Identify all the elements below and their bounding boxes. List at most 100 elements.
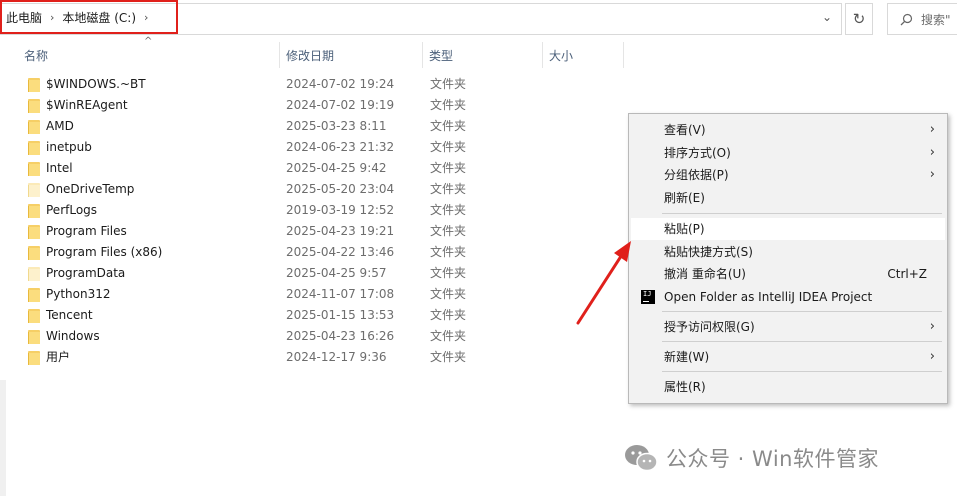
file-type: 文件夹 [430, 245, 467, 259]
menu-item-label: 刷新(E) [664, 191, 705, 205]
file-modified-date: 2024-06-23 21:32 [286, 140, 395, 154]
menu-item-label: 粘贴(P) [664, 222, 705, 236]
file-type: 文件夹 [430, 329, 467, 343]
file-modified-date: 2024-07-02 19:19 [286, 98, 395, 112]
menu-item-label: Open Folder as IntelliJ IDEA Project [664, 290, 873, 304]
file-modified-date: 2025-01-15 13:53 [286, 308, 395, 322]
column-size[interactable]: 大小 [543, 42, 623, 70]
folder-icon [28, 141, 40, 155]
folder-icon [28, 330, 40, 344]
watermark: 公众号 · Win软件管家 [624, 442, 879, 474]
menu-item-open-intellij[interactable]: IJ Open Folder as IntelliJ IDEA Project [631, 286, 945, 308]
table-row[interactable]: PerfLogs 2019-03-19 12:52 文件夹 [0, 200, 620, 221]
file-name: $WinREAgent [46, 98, 128, 112]
table-row[interactable]: $WINDOWS.~BT 2024-07-02 19:24 文件夹 [0, 74, 620, 95]
column-header: ^ 名称 修改日期 类型 大小 [0, 36, 640, 70]
file-modified-date: 2025-03-23 8:11 [286, 119, 387, 133]
file-modified-date: 2025-04-23 19:21 [286, 224, 395, 238]
folder-icon [28, 309, 40, 323]
table-row[interactable]: Python312 2024-11-07 17:08 文件夹 [0, 284, 620, 305]
column-divider[interactable] [623, 42, 624, 68]
menu-item-sort[interactable]: 排序方式(O) › [631, 142, 945, 164]
menu-separator [662, 341, 942, 342]
menu-separator [662, 311, 942, 312]
file-name: Tencent [46, 308, 93, 322]
file-type: 文件夹 [430, 308, 467, 322]
file-type: 文件夹 [430, 140, 467, 154]
menu-separator [662, 371, 942, 372]
breadcrumb-chevron-icon[interactable]: › [144, 11, 148, 24]
column-modified[interactable]: 修改日期 [280, 42, 422, 70]
file-name: Program Files [46, 224, 127, 238]
file-name: ProgramData [46, 266, 126, 280]
folder-icon [28, 78, 40, 92]
refresh-button[interactable]: ↻ [845, 3, 873, 35]
submenu-arrow-icon: › [929, 122, 935, 137]
menu-item-group[interactable]: 分组依据(P) › [631, 164, 945, 186]
breadcrumb-this-pc[interactable]: 此电脑 [6, 9, 42, 26]
menu-item-paste[interactable]: 粘贴(P) [631, 218, 945, 240]
file-name: 用户 [46, 350, 71, 364]
wechat-icon [625, 445, 658, 472]
menu-item-label: 分组依据(P) [664, 168, 729, 182]
menu-item-undo-rename[interactable]: 撤消 重命名(U) Ctrl+Z [631, 263, 945, 285]
table-row[interactable]: AMD 2025-03-23 8:11 文件夹 [0, 116, 620, 137]
menu-item-refresh[interactable]: 刷新(E) [631, 187, 945, 209]
menu-item-properties[interactable]: 属性(R) [631, 376, 945, 398]
table-row[interactable]: OneDriveTemp 2025-05-20 23:04 文件夹 [0, 179, 620, 200]
file-modified-date: 2024-11-07 17:08 [286, 287, 395, 301]
menu-item-paste-shortcut[interactable]: 粘贴快捷方式(S) [631, 241, 945, 263]
table-row[interactable]: Program Files 2025-04-23 19:21 文件夹 [0, 221, 620, 242]
file-modified-date: 2025-04-22 13:46 [286, 245, 395, 259]
folder-icon [28, 267, 40, 281]
folder-icon [28, 351, 40, 365]
file-modified-date: 2025-04-25 9:57 [286, 266, 387, 280]
file-type: 文件夹 [430, 266, 467, 280]
table-row[interactable]: inetpub 2024-06-23 21:32 文件夹 [0, 137, 620, 158]
file-type: 文件夹 [430, 98, 467, 112]
menu-item-new[interactable]: 新建(W) › [631, 346, 945, 368]
file-type: 文件夹 [430, 161, 467, 175]
menu-item-grant-access[interactable]: 授予访问权限(G) › [631, 316, 945, 338]
file-name: OneDriveTemp [46, 182, 135, 196]
file-name: inetpub [46, 140, 92, 154]
breadcrumb[interactable]: 此电脑 › 本地磁盘 (C:) › [0, 0, 178, 34]
table-row[interactable]: $WinREAgent 2024-07-02 19:19 文件夹 [0, 95, 620, 116]
file-name: PerfLogs [46, 203, 98, 217]
table-row[interactable]: Tencent 2025-01-15 13:53 文件夹 [0, 305, 620, 326]
address-history-chevron-down-icon[interactable]: ⌄ [818, 8, 836, 26]
column-name[interactable]: 名称 [18, 42, 278, 70]
file-type: 文件夹 [430, 77, 467, 91]
file-type: 文件夹 [430, 119, 467, 133]
menu-separator [662, 213, 942, 214]
refresh-icon: ↻ [852, 10, 866, 28]
submenu-arrow-icon: › [929, 145, 935, 160]
file-modified-date: 2025-05-20 23:04 [286, 182, 395, 196]
menu-item-view[interactable]: 查看(V) › [631, 119, 945, 141]
menu-item-label: 新建(W) [664, 350, 710, 364]
menu-item-label: 粘贴快捷方式(S) [664, 245, 753, 259]
search-placeholder: 搜索" [921, 12, 951, 27]
breadcrumb-separator-icon[interactable]: › [50, 11, 54, 24]
table-row[interactable]: 用户 2024-12-17 9:36 文件夹 [0, 347, 620, 368]
table-row[interactable]: Intel 2025-04-25 9:42 文件夹 [0, 158, 620, 179]
table-row[interactable]: Program Files (x86) 2025-04-22 13:46 文件夹 [0, 242, 620, 263]
scrollbar[interactable] [0, 380, 6, 496]
submenu-arrow-icon: › [929, 319, 935, 334]
menu-item-label: 属性(R) [664, 380, 706, 394]
search-input[interactable]: 搜索" [887, 3, 957, 35]
menu-item-label: 授予访问权限(G) [664, 320, 755, 334]
table-row[interactable]: Windows 2025-04-23 16:26 文件夹 [0, 326, 620, 347]
file-type: 文件夹 [430, 287, 467, 301]
file-name: Intel [46, 161, 73, 175]
file-name: $WINDOWS.~BT [46, 77, 146, 91]
menu-item-shortcut: Ctrl+Z [887, 267, 927, 281]
column-type[interactable]: 类型 [423, 42, 541, 70]
breadcrumb-local-disk-c[interactable]: 本地磁盘 (C:) [62, 9, 136, 26]
menu-item-label: 查看(V) [664, 123, 706, 137]
search-icon [900, 13, 913, 25]
folder-icon [28, 204, 40, 218]
table-row[interactable]: ProgramData 2025-04-25 9:57 文件夹 [0, 263, 620, 284]
file-name: Python312 [46, 287, 111, 301]
file-type: 文件夹 [430, 203, 467, 217]
